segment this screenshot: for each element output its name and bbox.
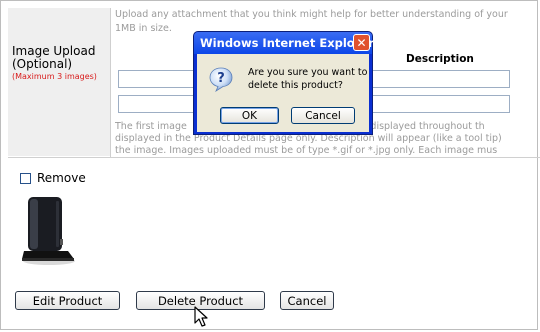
close-icon[interactable]: ✕ [353, 34, 370, 51]
dialog-cancel-button[interactable]: Cancel [291, 107, 355, 124]
confirm-dialog: Windows Internet Explorer ✕ ? Are you su… [193, 31, 374, 135]
question-icon: ? [209, 67, 233, 92]
description-header: Description [406, 53, 474, 65]
cancel-button[interactable]: Cancel [280, 291, 334, 310]
mouse-cursor-icon [194, 306, 208, 327]
dialog-message: Are you sure you want to delete this pro… [248, 67, 368, 91]
column-divider [110, 8, 111, 158]
max-images-note: (Maximum 3 images) [12, 72, 97, 81]
edit-product-button[interactable]: Edit Product [15, 291, 120, 310]
image-upload-label: Image Upload (Optional) [12, 44, 96, 71]
image-upload-label-cell: Image Upload (Optional) (Maximum 3 image… [8, 8, 110, 156]
dialog-ok-button[interactable]: OK [220, 107, 279, 124]
dialog-title: Windows Internet Explorer [200, 36, 374, 50]
section-divider [8, 157, 540, 158]
remove-label[interactable]: Remove [37, 171, 86, 185]
product-image [22, 197, 75, 265]
dialog-titlebar[interactable]: Windows Internet Explorer ✕ [194, 32, 374, 54]
remove-checkbox[interactable] [20, 172, 31, 184]
svg-text:?: ? [217, 71, 225, 86]
remove-row: Remove [20, 171, 86, 185]
dialog-body: ? Are you sure you want to delete this p… [197, 54, 369, 132]
